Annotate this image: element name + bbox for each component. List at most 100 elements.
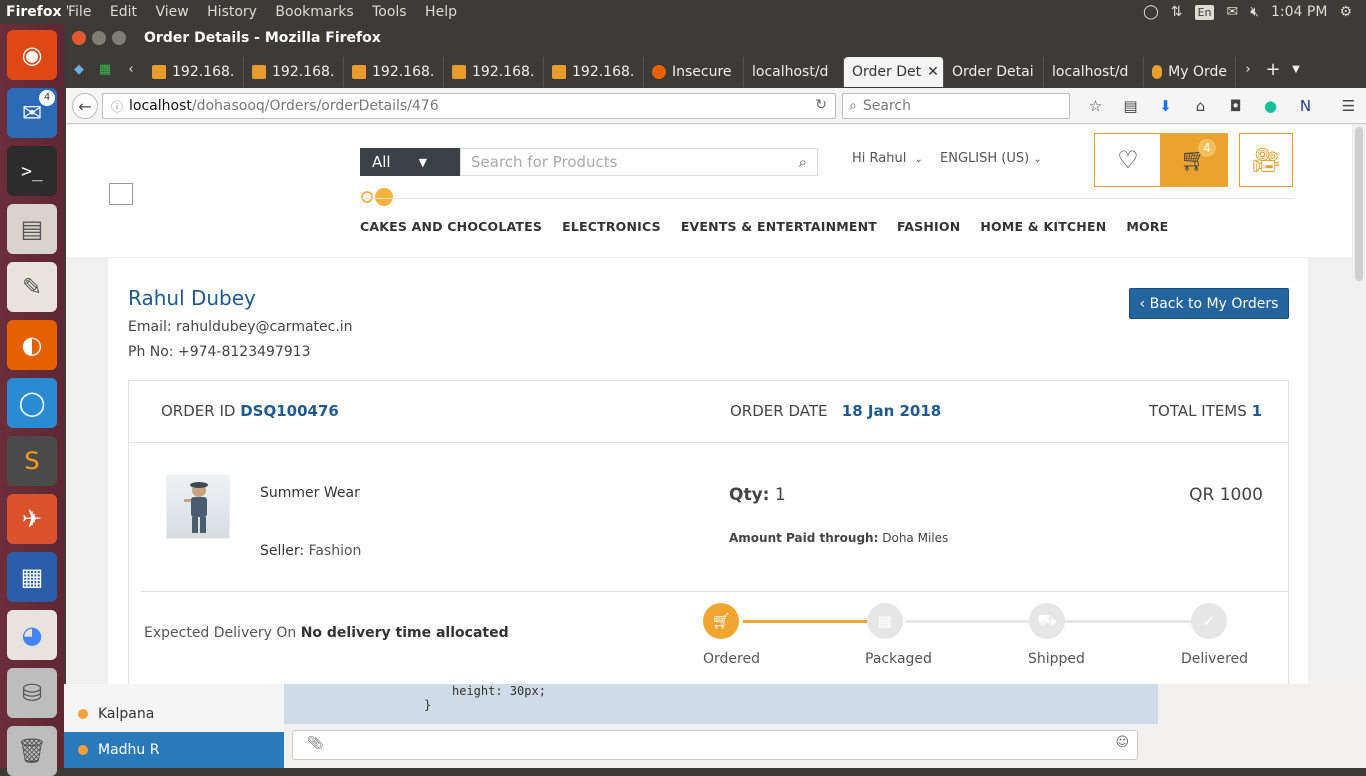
payment-method: Amount Paid through: Doha Miles bbox=[729, 531, 948, 545]
bookmark-star-icon[interactable]: ☆ bbox=[1082, 93, 1109, 119]
contact-name: Madhu R bbox=[98, 742, 160, 758]
tabs-scroll-left-icon[interactable]: ‹ bbox=[118, 62, 144, 77]
menu-bookmarks[interactable]: Bookmarks bbox=[275, 4, 353, 20]
chat-indicator-icon[interactable]: ◯ bbox=[1143, 4, 1159, 20]
broken-logo-image[interactable] bbox=[109, 183, 133, 205]
menu-help[interactable]: Help bbox=[425, 4, 457, 20]
menu-file[interactable]: File bbox=[68, 4, 91, 20]
paid-label: Amount Paid through: bbox=[729, 531, 879, 545]
writer-icon[interactable]: ▦ bbox=[7, 552, 57, 602]
tab-phpmyadmin-1[interactable]: 192.168. bbox=[144, 57, 244, 87]
terminal-icon[interactable]: >_ bbox=[7, 146, 57, 196]
cart-button[interactable]: 🛒︎ 4 bbox=[1160, 133, 1228, 187]
back-arrow-icon[interactable]: ← bbox=[72, 93, 98, 119]
language-select[interactable]: ENGLISH (US) ⌄ bbox=[940, 151, 1042, 166]
downloads-icon[interactable]: ⬇ bbox=[1152, 93, 1179, 119]
product-search-input[interactable]: Search for Products ⌕ bbox=[460, 148, 818, 176]
thunderbird-icon[interactable]: ✉ 4 bbox=[7, 88, 57, 138]
browser-search-bar[interactable]: ⌕ Search bbox=[842, 93, 1070, 119]
new-tab-icon[interactable]: + bbox=[1260, 59, 1286, 80]
sublime-text-icon[interactable]: S bbox=[7, 436, 57, 486]
url-bar[interactable]: ⓘ localhost/dohasooq/Orders/orderDetails… bbox=[102, 93, 836, 119]
postman-icon[interactable]: ✈ bbox=[7, 494, 57, 544]
tab-phpmyadmin-2[interactable]: 192.168. bbox=[244, 57, 344, 87]
nav-more[interactable]: MORE bbox=[1126, 219, 1168, 234]
tab-strip: ◆ ▦ ‹ 192.168. 192.168. 192.168. 192.168… bbox=[66, 50, 1366, 88]
reload-icon[interactable]: ↻ bbox=[815, 97, 827, 113]
power-gear-icon[interactable]: ⚙ bbox=[1339, 4, 1352, 20]
chrome-icon[interactable]: ◕ bbox=[7, 610, 57, 660]
tab-my-orders[interactable]: My Orde bbox=[1144, 57, 1236, 87]
nav-events-entertainment[interactable]: EVENTS & ENTERTAINMENT bbox=[681, 219, 877, 234]
reading-list-icon[interactable]: ▤ bbox=[1117, 93, 1144, 119]
page-scrollbar[interactable] bbox=[1352, 125, 1366, 684]
trash-icon[interactable]: 🗑︎ bbox=[7, 726, 57, 776]
tab-order-details-2[interactable]: Order Detai bbox=[944, 57, 1044, 87]
tab-phpmyadmin-3[interactable]: 192.168. bbox=[344, 57, 444, 87]
tabs-scroll-right-icon[interactable]: › bbox=[1236, 62, 1260, 77]
search-icon[interactable]: ⌕ bbox=[799, 153, 807, 171]
nav-cakes-and-chocolates[interactable]: CAKES AND CHOCOLATES bbox=[360, 219, 542, 234]
emoji-icon[interactable]: ☺ bbox=[1115, 735, 1129, 750]
home-icon[interactable]: ⌂ bbox=[1187, 93, 1214, 119]
volume-muted-icon[interactable]: 🔇︎ bbox=[1250, 4, 1259, 20]
extension-n-icon[interactable]: N bbox=[1292, 93, 1319, 119]
site-info-icon[interactable]: ⓘ bbox=[111, 98, 123, 115]
total-items: TOTAL ITEMS 1 bbox=[1149, 402, 1262, 420]
tab-phpmyadmin-5[interactable]: 192.168. bbox=[544, 57, 644, 87]
tab-insecure[interactable]: Insecure bbox=[644, 57, 744, 87]
promo-button[interactable]: 🎥︎ bbox=[1239, 133, 1293, 187]
text-editor-icon[interactable]: ✎ bbox=[7, 262, 57, 312]
network-icon[interactable]: ⇅ bbox=[1171, 4, 1183, 20]
customer-name: Rahul Dubey bbox=[128, 286, 256, 310]
hamburger-menu-icon[interactable]: ☰ bbox=[1335, 93, 1362, 119]
scrollbar-thumb[interactable] bbox=[1355, 127, 1363, 281]
category-select[interactable]: All ▼ bbox=[360, 148, 460, 176]
tab-phpmyadmin-4[interactable]: 192.168. bbox=[444, 57, 544, 87]
mail-icon[interactable]: ✉ bbox=[1226, 4, 1238, 20]
chat-client-icon[interactable]: ◯ bbox=[7, 378, 57, 428]
list-all-tabs-icon[interactable]: ▼ bbox=[1286, 64, 1306, 75]
close-tab-icon[interactable]: ✕ bbox=[927, 64, 939, 80]
minimize-window-icon[interactable] bbox=[92, 31, 106, 45]
menu-view[interactable]: View bbox=[155, 4, 188, 20]
toggle-slider[interactable] bbox=[360, 187, 400, 207]
back-to-my-orders-button[interactable]: ‹ Back to My Orders bbox=[1129, 288, 1289, 319]
child-outfit-image bbox=[184, 482, 208, 533]
pocket-icon[interactable]: ◘ bbox=[1222, 93, 1249, 119]
keyboard-layout-indicator[interactable]: En bbox=[1194, 4, 1215, 20]
pinned-tab-icon[interactable]: ◆ bbox=[66, 62, 92, 77]
clock[interactable]: 1:04 PM bbox=[1271, 4, 1327, 20]
disk-icon[interactable]: ⛁ bbox=[7, 668, 57, 718]
message-code-snippet: height: 30px; } bbox=[284, 684, 1158, 724]
contact-name: Kalpana bbox=[98, 706, 155, 722]
nav-electronics[interactable]: ELECTRONICS bbox=[562, 219, 661, 234]
nav-fashion[interactable]: FASHION bbox=[897, 219, 960, 234]
contact-kalpana[interactable]: Kalpana bbox=[64, 696, 284, 732]
firefox-icon[interactable]: ◐ bbox=[7, 320, 57, 370]
message-input[interactable]: 📎︎ ☺ bbox=[292, 730, 1138, 760]
attach-icon[interactable]: 📎︎ bbox=[307, 736, 324, 751]
url-path: /dohasooq/Orders/orderDetails/476 bbox=[191, 98, 439, 114]
menu-tools[interactable]: Tools bbox=[372, 4, 407, 20]
grammarly-icon[interactable]: ● bbox=[1257, 93, 1284, 119]
product-name[interactable]: Summer Wear bbox=[260, 485, 360, 501]
menu-history[interactable]: History bbox=[207, 4, 257, 20]
order-divider bbox=[141, 591, 1289, 592]
product-thumbnail[interactable] bbox=[166, 475, 230, 539]
user-greeting-menu[interactable]: Hi Rahul ⌄ bbox=[852, 151, 923, 166]
contact-madhu-r[interactable]: Madhu R bbox=[64, 732, 284, 768]
system-top-bar: Firefox Web Browser File Edit View Histo… bbox=[0, 0, 1366, 24]
tab-localhost-1[interactable]: localhost/d bbox=[744, 57, 844, 87]
tab-localhost-2[interactable]: localhost/d bbox=[1044, 57, 1144, 87]
step-packaged-calendar-icon: ▦ bbox=[867, 603, 903, 639]
menu-edit[interactable]: Edit bbox=[110, 4, 137, 20]
ubuntu-dash-icon[interactable]: ◉ bbox=[7, 30, 57, 80]
tab-order-details-active[interactable]: Order Det ✕ bbox=[844, 57, 944, 87]
nav-home-kitchen[interactable]: HOME & KITCHEN bbox=[980, 219, 1106, 234]
maximize-window-icon[interactable] bbox=[112, 31, 126, 45]
sheets-tab-icon[interactable]: ▦ bbox=[92, 62, 118, 77]
wishlist-button[interactable]: ♡ bbox=[1094, 133, 1162, 187]
close-window-icon[interactable] bbox=[72, 31, 86, 45]
files-icon[interactable]: ▤ bbox=[7, 204, 57, 254]
